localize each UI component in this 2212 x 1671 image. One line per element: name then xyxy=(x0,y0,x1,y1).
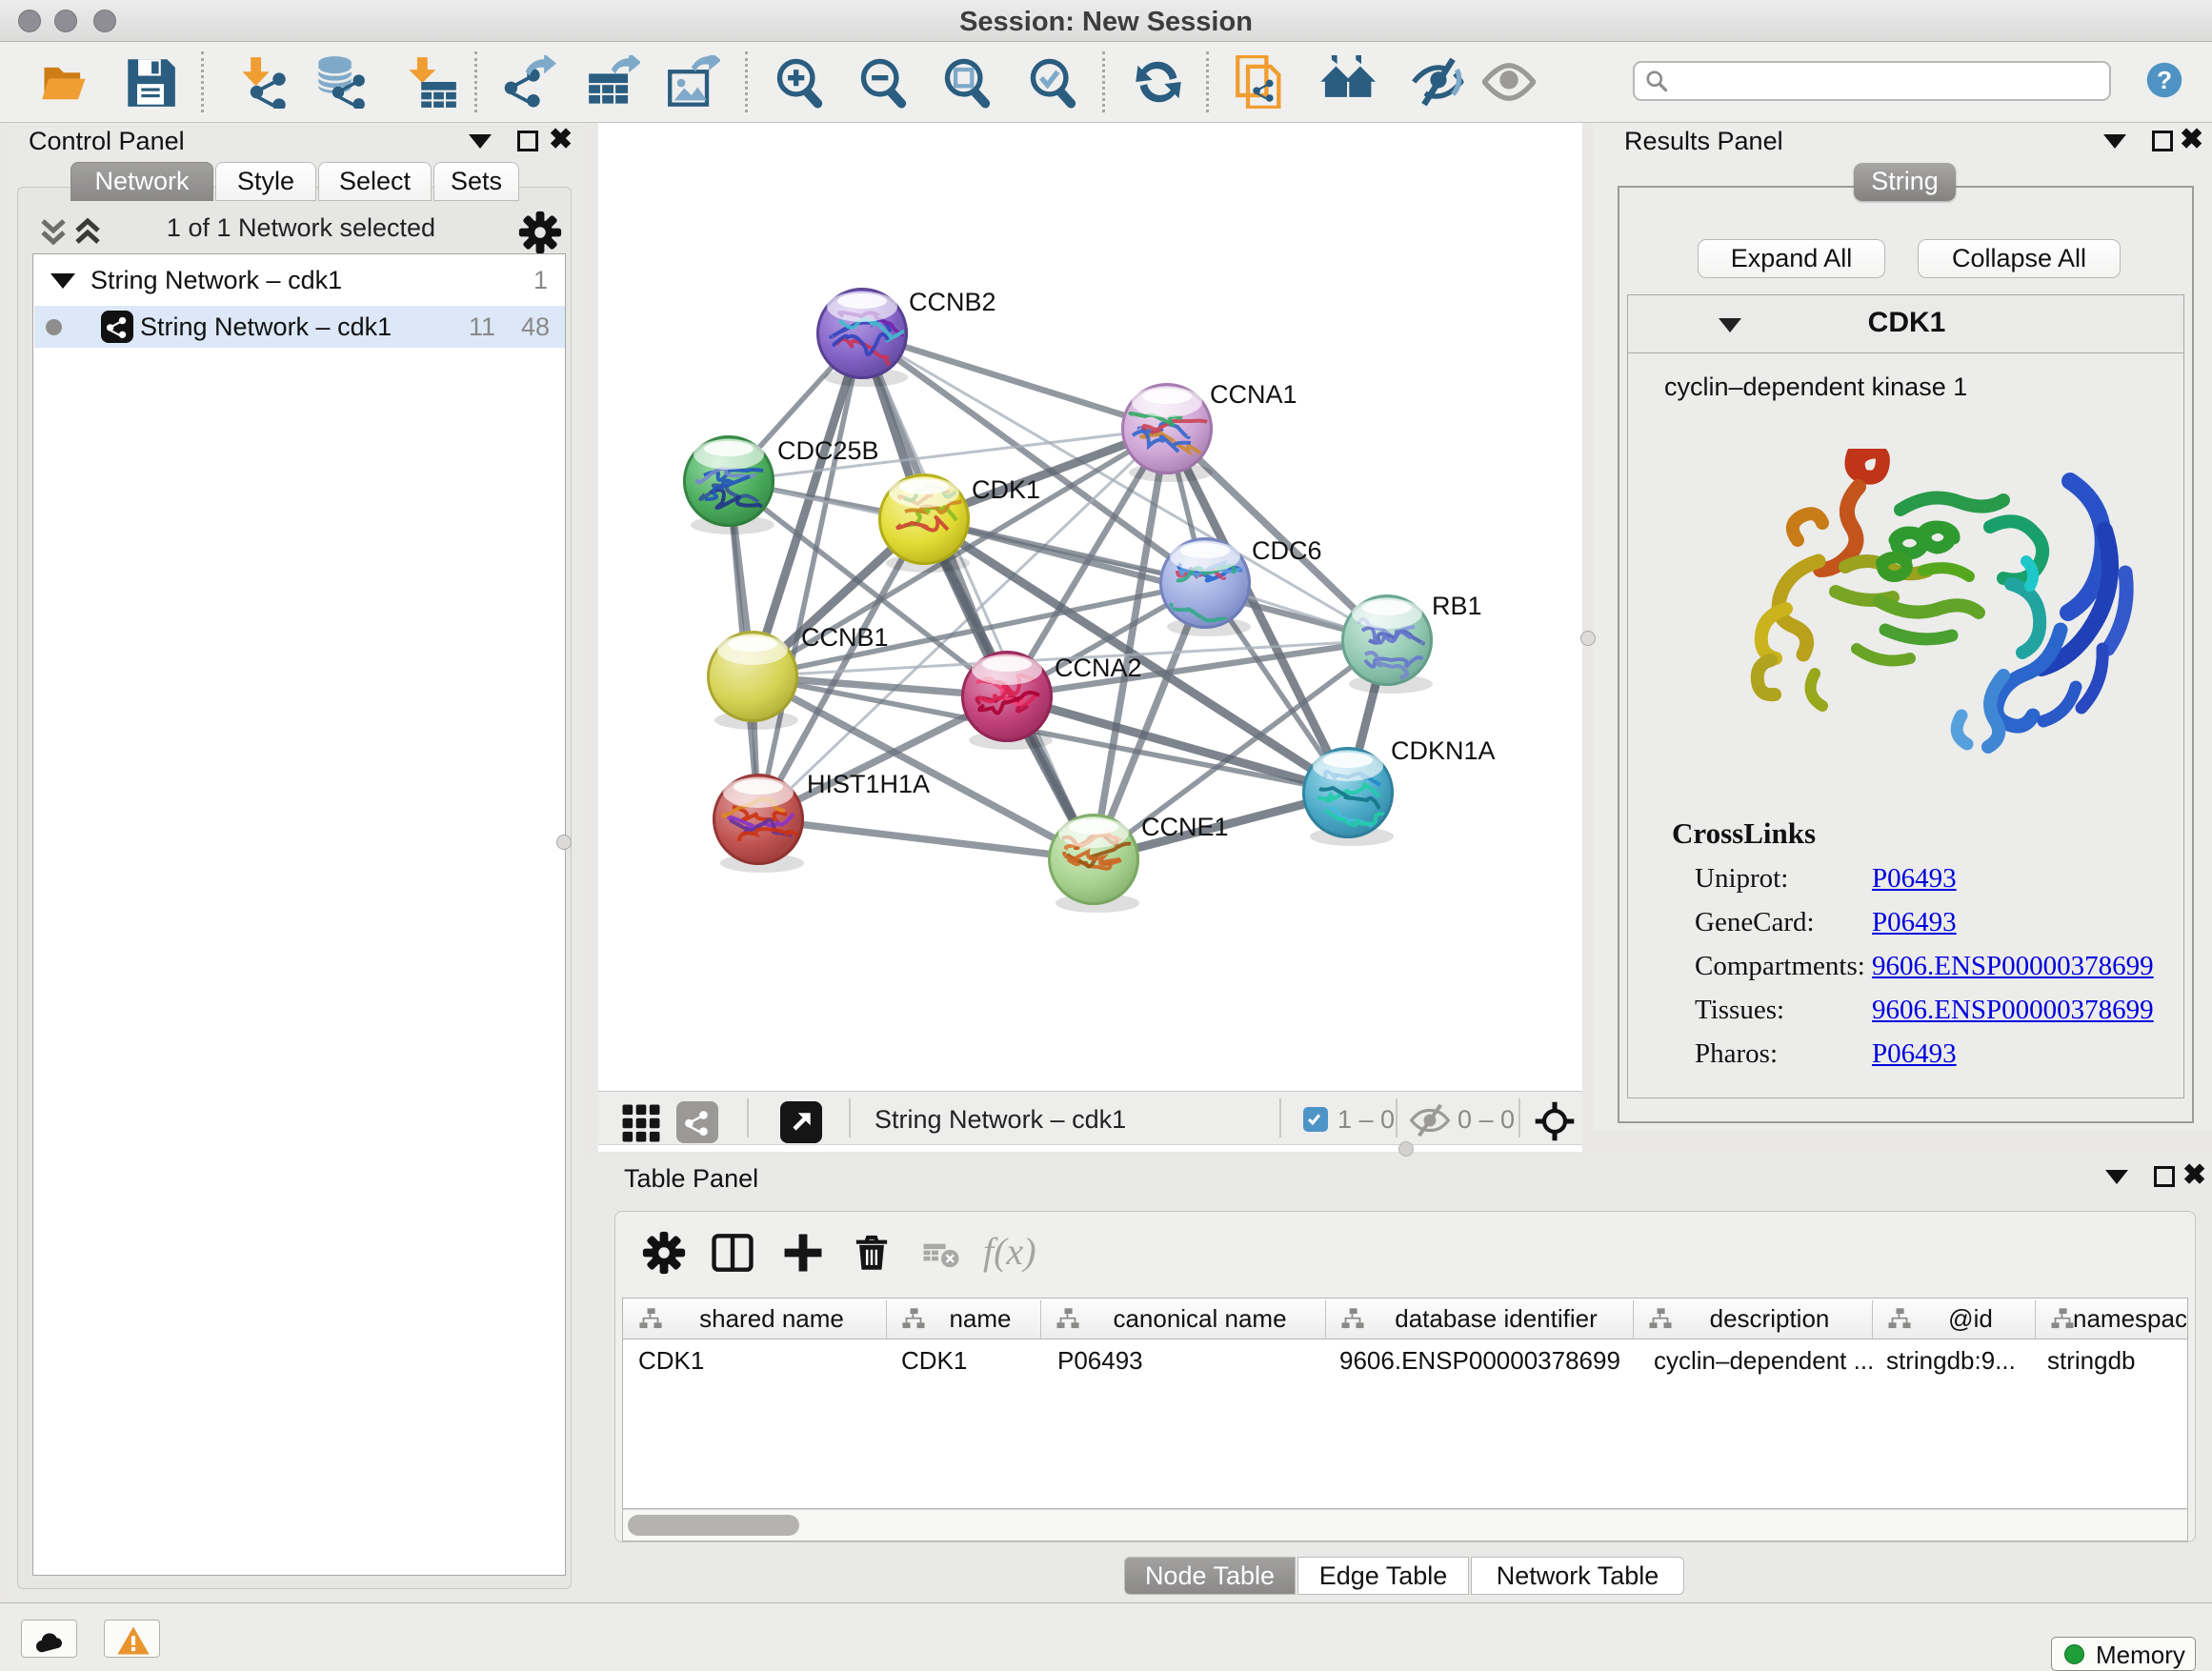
svg-text:HIST1H1A: HIST1H1A xyxy=(807,770,930,798)
svg-text:?: ? xyxy=(2157,66,2172,94)
svg-text:CCNA2: CCNA2 xyxy=(1055,654,1142,682)
svg-text:CCNE1: CCNE1 xyxy=(1141,813,1229,841)
svg-text:CDC25B: CDC25B xyxy=(777,436,879,465)
svg-text:CDK1: CDK1 xyxy=(972,475,1040,504)
svg-text:CDC6: CDC6 xyxy=(1252,536,1322,565)
svg-text:CCNB2: CCNB2 xyxy=(909,288,996,316)
svg-text:CCNA1: CCNA1 xyxy=(1210,380,1297,409)
svg-text:CDKN1A: CDKN1A xyxy=(1391,736,1496,765)
svg-text:RB1: RB1 xyxy=(1432,592,1482,620)
svg-text:CCNB1: CCNB1 xyxy=(801,623,889,652)
